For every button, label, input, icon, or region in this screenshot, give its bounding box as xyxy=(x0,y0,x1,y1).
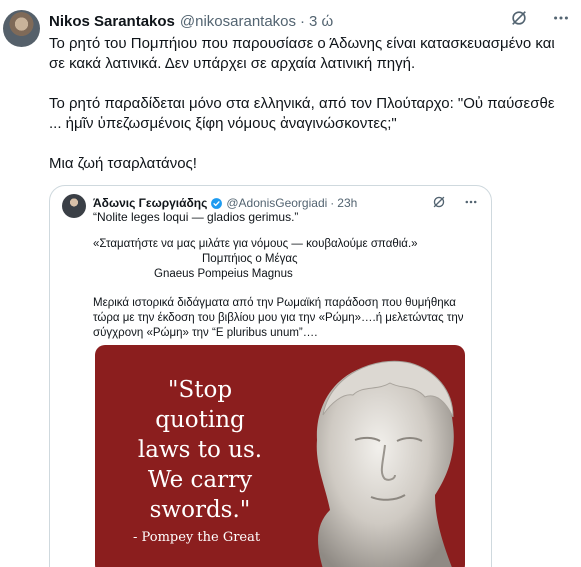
author-avatar[interactable] xyxy=(3,10,40,47)
quoted-media-image[interactable]: "Stop quoting laws to us. We carry sword… xyxy=(95,345,465,567)
quoted-author-avatar xyxy=(62,194,86,218)
image-quote-text: "Stop quoting laws to us. We carry sword… xyxy=(125,375,275,525)
separator-dot: · xyxy=(300,12,306,30)
image-quote-line: swords." xyxy=(149,497,251,523)
image-quote-line: quoting xyxy=(155,407,245,433)
marble-bust-image xyxy=(316,360,454,567)
quoted-author-handle[interactable]: @AdonisGeorgiadi xyxy=(226,196,327,210)
greek-quote: «Σταματήστε να μας μιλάτε για νόμους — κ… xyxy=(93,238,418,250)
body-line: σύγχρονη «Ρώμη» την “E pluribus unum”…. xyxy=(93,327,318,339)
image-quote-line: laws to us. xyxy=(137,437,263,463)
image-quote-line: "Stop xyxy=(167,377,233,403)
author-name[interactable]: Nikos Sarantakos xyxy=(49,13,175,30)
tweet-time[interactable]: 3 ώ xyxy=(309,13,333,30)
quoted-author-name[interactable]: Άδωνις Γεωργιάδης xyxy=(93,196,207,210)
body-line: τώρα με την έκδοση του βιβλίου μου για τ… xyxy=(93,312,464,324)
quoted-header-actions xyxy=(429,192,481,212)
author-handle[interactable]: @nikosarantakos xyxy=(180,13,296,30)
tweet-header: Nikos Sarantakos @nikosarantakos · 3 ώ xyxy=(49,11,571,31)
image-quote-line: We carry xyxy=(147,467,253,493)
body-line: Μερικά ιστορικά διδάγματα από την Ρωμαϊκ… xyxy=(93,297,456,309)
header-actions xyxy=(509,8,571,28)
verified-badge-icon xyxy=(211,197,223,209)
quoted-first-line: “Nolite leges loqui — gladios gerimus.” xyxy=(93,210,299,224)
more-icon[interactable] xyxy=(551,8,571,28)
grok-icon[interactable] xyxy=(429,192,449,212)
tweet-paragraph: Το ρητό παραδίδεται μόνο στα ελληνικά, α… xyxy=(49,95,555,132)
quoted-tweet-time[interactable]: 23h xyxy=(337,196,357,210)
attribution-latin: Gnaeus Pompeius Magnus xyxy=(154,268,293,280)
tweet-text: Το ρητό του Πομπήιου που παρουσίασε ο Άδ… xyxy=(49,34,571,174)
image-quote-attribution: - Pompey the Great xyxy=(133,530,261,545)
tweet-paragraph: Το ρητό του Πομπήιου που παρουσίασε ο Άδ… xyxy=(49,35,555,72)
attribution-greek: Πομπήιος ο Μέγας xyxy=(202,253,298,265)
grok-icon[interactable] xyxy=(509,8,529,28)
quoted-tweet[interactable]: Άδωνις Γεωργιάδης @AdonisGeorgiadi · 23h… xyxy=(49,185,492,567)
more-icon[interactable] xyxy=(461,192,481,212)
quoted-tweet-header: Άδωνις Γεωργιάδης @AdonisGeorgiadi · 23h xyxy=(93,195,481,211)
separator-dot: · xyxy=(330,196,335,210)
tweet-paragraph: Μια ζωή τσαρλατάνος! xyxy=(49,155,197,172)
